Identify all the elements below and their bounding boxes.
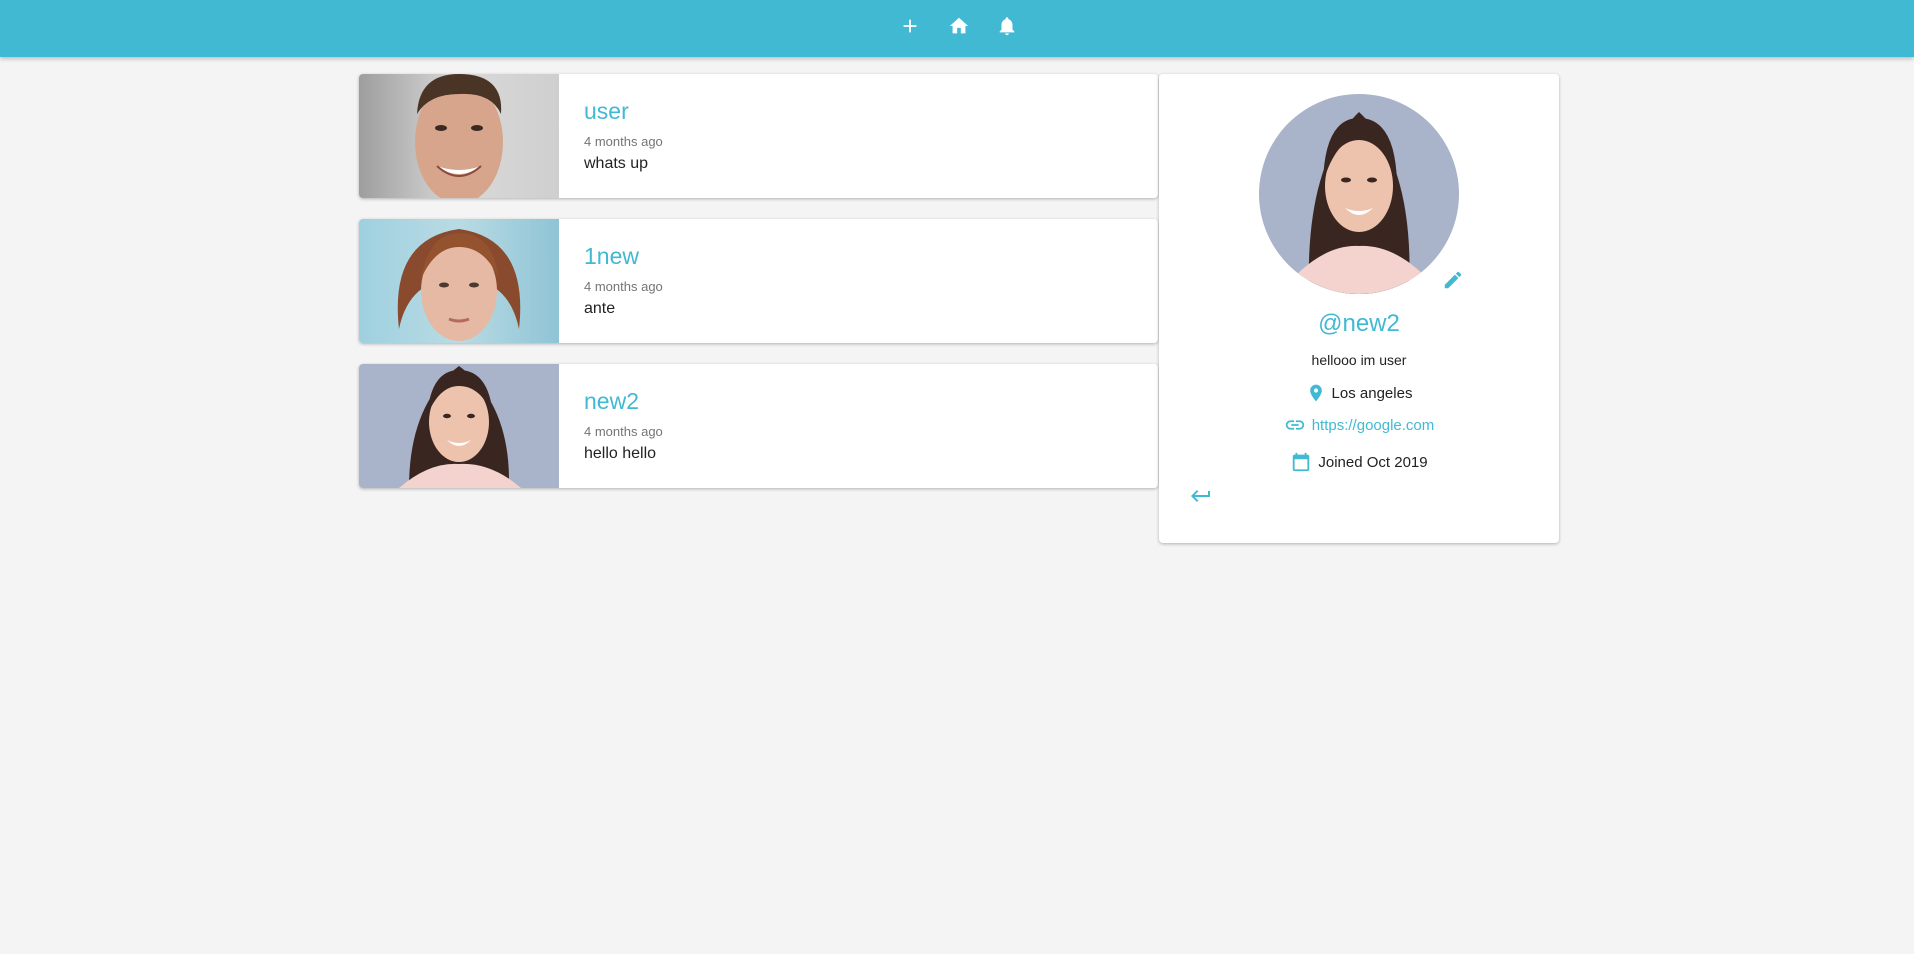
website-link[interactable]: https://google.com	[1312, 417, 1435, 434]
post-avatar-image	[359, 74, 559, 198]
profile-avatar	[1259, 94, 1459, 294]
profile-card: @new2 hellooo im user Los angeles https:…	[1159, 74, 1559, 543]
post-author-link[interactable]: 1new	[584, 243, 639, 270]
add-post-button[interactable]	[896, 12, 924, 40]
red-hair-woman-photo	[359, 219, 559, 343]
link-icon	[1285, 420, 1304, 430]
home-button[interactable]	[945, 12, 973, 40]
post-body-text: whats up	[584, 155, 649, 172]
edit-profile-image-button[interactable]	[1442, 269, 1466, 293]
post-avatar-image	[359, 364, 559, 488]
home-icon	[949, 17, 969, 34]
profile-website: https://google.com	[1159, 414, 1559, 436]
joined-text: Joined Oct 2019	[1318, 453, 1428, 471]
brunette-woman-photo	[359, 364, 559, 488]
post-avatar-image	[359, 219, 559, 343]
profile-handle-link[interactable]: @new2	[1159, 310, 1559, 338]
logout-button[interactable]	[1189, 484, 1215, 510]
add-icon	[903, 19, 917, 33]
post-timestamp: 4 months ago	[584, 134, 663, 149]
calendar-icon	[1293, 452, 1310, 472]
post-author-link[interactable]: user	[584, 98, 629, 125]
post-card: 1new 4 months ago ante	[359, 219, 1158, 343]
post-body-text: ante	[584, 300, 616, 317]
profile-location: Los angeles	[1159, 382, 1559, 404]
notifications-button[interactable]	[993, 12, 1021, 40]
logout-icon	[1191, 490, 1210, 502]
profile-joined: Joined Oct 2019	[1159, 450, 1559, 474]
brunette-woman-photo	[1259, 94, 1459, 294]
post-timestamp: 4 months ago	[584, 279, 663, 294]
man-photo	[359, 74, 559, 198]
post-timestamp: 4 months ago	[584, 424, 663, 439]
post-author-link[interactable]: new2	[584, 388, 639, 415]
post-body-text: hello hello	[584, 445, 657, 462]
post-card: user 4 months ago whats up	[359, 74, 1158, 198]
profile-bio: hellooo im user	[1311, 352, 1407, 368]
location-text: Los angeles	[1331, 384, 1413, 402]
location-icon	[1309, 384, 1322, 402]
notifications-icon	[999, 17, 1015, 36]
post-card: new2 4 months ago hello hello	[359, 364, 1158, 488]
edit-icon	[1444, 271, 1462, 289]
app-bar	[0, 0, 1914, 57]
